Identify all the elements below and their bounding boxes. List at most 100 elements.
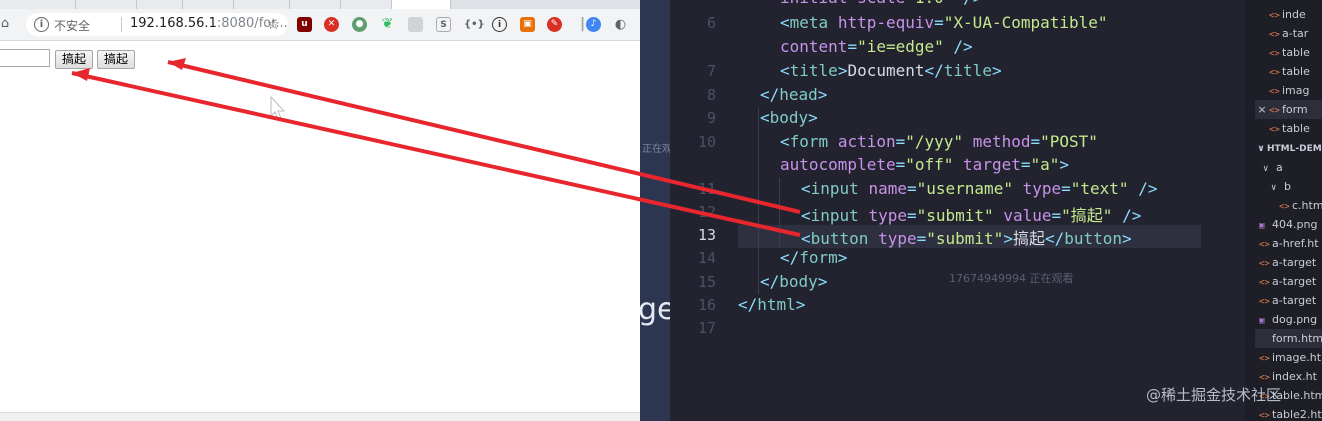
line-number: 14 [697,249,716,267]
mouse-cursor-icon [270,96,286,120]
file-name: dog.png [1272,313,1318,326]
open-editor-item[interactable]: <> table [1255,43,1322,62]
open-editor-item[interactable]: <> imag [1255,81,1322,100]
indent-guide [779,178,780,248]
html-file-icon: <> [1259,411,1270,421]
file-name: a-target [1272,256,1317,269]
evernote-extension-icon[interactable]: ❦ [380,17,395,32]
file-tree-item[interactable]: <> table2.ht [1255,405,1322,421]
html-file-icon: <> [1269,125,1280,135]
extension-icon[interactable]: ▣ [520,17,535,32]
code-line[interactable]: <input type="submit" value="搞起" /> [801,202,1141,226]
code-line[interactable]: </body> [760,272,827,291]
url-text: 192.168.56.1:8080/for... [130,16,288,31]
explorer-section-header[interactable]: ∨HTML-DEMO [1255,140,1322,158]
file-name: image.ht [1272,351,1322,364]
file-tree-item[interactable]: ▣ dog.png [1255,310,1322,329]
file-tree-item[interactable]: <> a-target [1255,253,1322,272]
open-editor-item[interactable]: <> a-tar [1255,24,1322,43]
code-line[interactable]: <button type="submit">搞起</button> [801,225,1132,249]
address-separator [121,17,122,32]
code-line[interactable]: content="ie=edge" /> [780,37,973,56]
page-viewport: 搞起 搞起 [0,41,640,412]
file-tree-item[interactable]: ∨ b [1255,177,1322,196]
code-line[interactable]: <meta http-equiv="X-UA-Compatible" [780,13,1108,32]
music-extension-icon[interactable]: ♪ [586,17,601,32]
code-line[interactable]: <body> [760,108,818,127]
open-editor-item[interactable]: × <> form [1255,100,1322,119]
file-tree-item[interactable]: <> a-href.ht [1255,234,1322,253]
file-name: inde [1282,8,1306,21]
tab[interactable] [341,0,392,9]
open-editor-item[interactable]: <> table [1255,62,1322,81]
info-extension-icon[interactable]: i [492,17,507,32]
code-line[interactable]: <input name="username" type="text" /> [801,179,1157,198]
slide-text: ge [640,292,670,327]
file-name: table [1282,65,1310,78]
tab-active[interactable] [392,0,451,9]
tab[interactable] [290,0,341,9]
line-number: 13 [697,226,716,244]
code-line[interactable]: </head> [760,85,827,104]
line-number: 15 [697,273,716,291]
code-line[interactable]: autocomplete="off" target="a"> [780,155,1069,174]
info-icon[interactable]: i [34,17,49,32]
file-tree-item[interactable]: ▣ 404.png [1255,215,1322,234]
file-name: imag [1282,84,1310,97]
json-extension-icon[interactable]: {•} [464,17,485,32]
folder-name: b [1284,180,1291,193]
code-line[interactable]: initial-scale=1.0" /> [780,0,982,7]
indent-guide [758,108,759,294]
line-number: 9 [706,109,716,127]
watching-watermark: 正在观看 [642,144,670,155]
submit-button[interactable]: 搞起 [97,50,136,69]
extension-icon[interactable]: ✕ [324,17,339,32]
username-input[interactable] [0,49,50,67]
file-name: table2.ht [1272,408,1322,421]
extension-icon[interactable]: ◐ [613,17,628,32]
address-bar[interactable]: i 不安全 192.168.56.1:8080/for... ☆ [26,13,288,36]
line-number: 8 [706,86,716,104]
extension-icon[interactable]: ● [352,17,367,32]
extension-icon[interactable] [408,17,423,32]
close-icon[interactable]: × [1255,100,1269,119]
tab[interactable] [183,0,234,9]
line-number: 7 [706,62,716,80]
ublock-extension-icon[interactable]: u [297,17,312,32]
file-tree-item[interactable]: <> image.ht [1255,348,1322,367]
tab[interactable] [76,0,137,9]
tab-strip [0,0,640,9]
code-editor[interactable]: initial-scale=1.0" /> 6 <meta http-equiv="… [670,0,1255,421]
tab[interactable] [137,0,183,9]
extension-icon[interactable]: S [436,17,451,32]
line-number: 6 [706,14,716,32]
watching-watermark: 17674949994 正在观看 [949,272,1074,285]
extension-icon[interactable]: ✎ [547,17,562,32]
file-tree-item[interactable]: <> a-target [1255,272,1322,291]
file-tree-item[interactable]: <> a-target [1255,291,1322,310]
tab[interactable] [0,0,76,9]
folder-name: a [1276,161,1283,174]
open-editor-item[interactable]: <> table [1255,119,1322,138]
open-editor-item[interactable]: <> inde [1255,5,1322,24]
horizontal-scrollbar[interactable] [0,412,640,421]
line-number: 12 [697,203,716,221]
minimap[interactable] [1245,0,1255,421]
file-tree-item[interactable]: form.htm [1255,329,1322,348]
code-line[interactable]: <form action="/yyy" method="POST" [780,132,1098,151]
file-name: 404.png [1272,218,1318,231]
code-line[interactable]: <title>Document</title> [780,61,1002,80]
file-name: a-tar [1282,27,1309,40]
home-icon[interactable]: ⌂ [0,15,14,33]
file-name: table [1282,46,1310,59]
file-tree-item[interactable]: ∨ a [1255,158,1322,177]
submit-input-button[interactable]: 搞起 [55,50,94,69]
code-line[interactable]: </html> [738,295,805,314]
line-number: 16 [697,296,716,314]
code-line[interactable]: </form> [780,248,847,267]
file-tree-item[interactable]: <> c.htm [1255,196,1322,215]
explorer-section-title: HTML-DEMO [1267,144,1322,154]
tab[interactable] [234,0,290,9]
bookmark-star-icon[interactable]: ☆ [267,15,280,33]
file-name: a-href.ht [1272,237,1319,250]
